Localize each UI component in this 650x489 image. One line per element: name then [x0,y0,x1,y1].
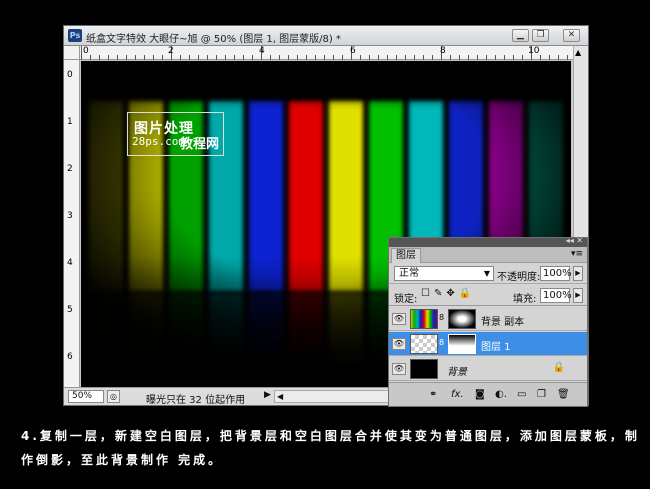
restore-icon[interactable]: ❐ [532,29,549,42]
layers-panel: ◂◂ ✕ 图层 ▾≡ 正常 ▼ 不透明度: 100% ▶ 锁定: ☐✎✥🔒 填充… [388,236,588,407]
panel-header[interactable]: ◂◂ ✕ [389,236,587,247]
ruler-v-label: 0 [67,70,73,80]
document-title: 纸盒文字特效 大眼仔~旭 @ 50% (图层 1, 图层蒙版/8) * [86,34,341,45]
layer-thumbnail [410,334,438,354]
lock-row: 锁定: ☐✎✥🔒 填充: 100% ▶ [389,285,587,306]
watermark-line3: 教程网 [180,137,220,152]
minimize-icon[interactable]: ▁ [512,29,529,42]
panel-menu-icon[interactable]: ▾≡ [571,249,583,259]
add-mask-icon[interactable]: ◙ [475,389,485,400]
group-icon[interactable]: ▭ [517,389,526,400]
ruler-v-label: 5 [67,305,73,315]
fill-field[interactable]: 100% [540,288,572,303]
ruler-h-label: 0 [83,46,89,56]
lock-label: 锁定: [394,294,418,305]
trash-icon[interactable]: 🗑 [557,389,570,400]
fill-slider-icon[interactable]: ▶ [573,288,583,303]
link-icon: 8 [439,313,445,322]
layer-name: 图层 1 [481,342,511,353]
opacity-slider-icon[interactable]: ▶ [573,266,583,281]
blend-mode-select[interactable]: 正常 ▼ [394,266,494,281]
ruler-v-label: 3 [67,211,73,221]
lock-options-icons[interactable]: ☐✎✥🔒 [421,288,475,299]
status-menu-arrow-icon[interactable]: ▶ [264,390,271,400]
layer-row[interactable]: 👁 8 背景 副本 [389,307,587,331]
panel-footer: ⚭ fx. ◙ ◐. ▭ ❐ 🗑 [389,382,587,406]
ruler-h-label: 2 [168,46,174,56]
zoom-field[interactable]: 50% [68,390,104,403]
fill-label: 填充: [513,294,537,305]
watermark-line2: 28ps.com [132,135,185,148]
new-layer-icon[interactable]: ❐ [537,389,546,400]
ruler-v-label: 6 [67,352,73,362]
close-icon[interactable]: ✕ [563,29,580,42]
ruler-h-label: 8 [440,46,446,56]
opacity-label: 不透明度: [497,272,541,283]
dropdown-arrow-icon: ▼ [483,269,490,278]
eye-icon[interactable]: 👁 [392,313,406,325]
ruler-v-label: 4 [67,258,73,268]
photoshop-logo-icon: Ps [68,29,82,42]
document-info-icon[interactable]: ◎ [107,390,120,403]
horizontal-ruler[interactable]: 0 2 4 6 8 10 [80,46,573,60]
link-layers-icon[interactable]: ⚭ [429,389,437,400]
ruler-v-label: 2 [67,164,73,174]
eye-icon[interactable]: 👁 [392,338,406,350]
ruler-h-label: 6 [350,46,356,56]
watermark: 图片处理 28ps.com 教程网 [127,112,224,156]
link-icon: 8 [439,338,445,347]
layer-name: 背景 副本 [481,317,525,328]
eye-icon[interactable]: 👁 [392,363,406,375]
title-bar[interactable]: Ps 纸盒文字特效 大眼仔~旭 @ 50% (图层 1, 图层蒙版/8) * ▁… [64,26,588,46]
layer-name: 背景 [447,367,467,378]
panel-tab-bar: 图层 ▾≡ [389,247,587,263]
collapse-icon[interactable]: ◂◂ ✕ [566,236,583,245]
mask-thumbnail [448,334,476,354]
lock-icon: 🔒 [552,362,565,373]
ruler-h-label: 4 [259,46,265,56]
fx-icon[interactable]: fx. [451,389,464,400]
vertical-ruler[interactable]: 0 1 2 3 4 5 6 [64,60,80,387]
layer-thumbnail [410,309,438,329]
caption-text: 4.复制一层，新建空白图层，把背景层和空白图层合并使其变为普通图层，添加图层蒙板… [21,429,640,467]
layer-row[interactable]: 👁 背景 🔒 [389,357,587,381]
ruler-corner [64,46,80,60]
mask-thumbnail [448,309,476,329]
tab-layers[interactable]: 图层 [391,248,421,263]
ruler-h-ticks [81,46,568,60]
layer-row-selected[interactable]: 👁 8 图层 1 [389,332,587,356]
scroll-left-icon[interactable]: ◀ [277,392,283,401]
scroll-up-icon[interactable]: ▲ [575,48,581,57]
layer-thumbnail [410,359,438,379]
blend-row: 正常 ▼ 不透明度: 100% ▶ [389,263,587,284]
adjustment-icon[interactable]: ◐. [495,389,507,400]
opacity-field[interactable]: 100% [540,266,572,281]
blend-mode-value: 正常 [399,268,419,279]
status-text: 曝光只在 32 位起作用 [146,395,246,406]
ruler-v-label: 1 [67,117,73,127]
ruler-h-label: 10 [528,46,540,56]
